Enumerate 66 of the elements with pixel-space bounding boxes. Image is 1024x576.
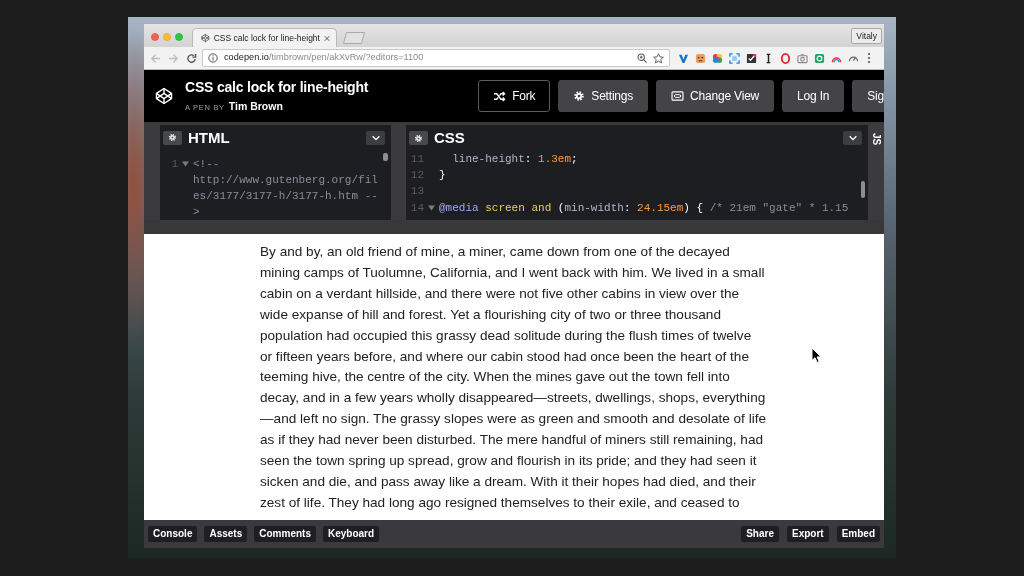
editor-title: CSS bbox=[434, 129, 465, 147]
crossed-arrows-icon bbox=[493, 90, 507, 102]
scrollbar-thumb[interactable] bbox=[383, 153, 388, 161]
line-number: 12 bbox=[409, 168, 424, 184]
camera-icon[interactable] bbox=[797, 52, 808, 64]
scrollbar-thumb[interactable] bbox=[861, 181, 865, 198]
address-bar[interactable]: codepen.io/timbrown/pen/akXvRw/?editors=1100 bbox=[202, 49, 670, 67]
code-line: line-height: 1.3em; bbox=[451, 152, 578, 167]
frame-corners-icon[interactable] bbox=[729, 52, 740, 64]
fold-caret-icon[interactable] bbox=[182, 160, 189, 167]
header-button[interactable]: Log In bbox=[782, 80, 845, 112]
mouse-cursor-icon bbox=[811, 347, 822, 363]
code-line: http://www.gutenberg.org/fil bbox=[193, 172, 378, 188]
code-line: } bbox=[439, 168, 446, 184]
editor-settings-button[interactable] bbox=[409, 131, 428, 145]
change-view-button[interactable]: Change View bbox=[656, 80, 775, 112]
line-number: 14 bbox=[409, 200, 424, 216]
footer-button[interactable]: Comments bbox=[254, 526, 316, 542]
window-close-icon[interactable] bbox=[151, 33, 159, 41]
info-icon[interactable] bbox=[208, 53, 218, 63]
editor-menu-button[interactable] bbox=[843, 131, 862, 145]
story-paragraph: By and by, an old friend of mine, a miner, came down from one of the decayed mining camps of Tuolumne, California, and I went back with him. We lived in a small cabin on a verdant hillside, and there were not five other cabins in view over the wide expanse of hill and forest. Yet a flourishing city of two or three thousand population had occupied this grassy dead solitude during the flush times of twelve or fifteen years before, and where our cabin stood had once been the heart of the teeming hive, the centre of the city. When the mines gave out the town fell into decay, and in a few years wholly disappeared—streets, dwellings, shops, everything —and left no sign. The grassy slopes were as green and smooth and desolate of life as if they had never been disturbed. The mere handful of miners still remaining, had seen the town spring up spread, grow and flourish in its pride; and they had seen it sicken and die, and pass away like a dream. With it their hopes had died, and their zest of life. They had long ago resigned themselves to their exile, and ceased to bbox=[260, 243, 768, 512]
editor-settings-button[interactable] bbox=[163, 130, 182, 145]
ring-icon[interactable] bbox=[780, 52, 791, 64]
settings-icon bbox=[573, 90, 586, 102]
code-line: > bbox=[193, 205, 200, 220]
fold-caret-icon[interactable] bbox=[428, 204, 435, 211]
resize-handle[interactable] bbox=[144, 220, 884, 234]
check-square-icon[interactable] bbox=[746, 52, 757, 64]
star-icon[interactable] bbox=[653, 52, 664, 64]
zoom-icon[interactable] bbox=[637, 53, 647, 63]
settings-icon bbox=[168, 133, 177, 143]
line-number: 11 bbox=[409, 152, 424, 167]
color-wheel-icon[interactable] bbox=[712, 52, 723, 64]
chevron-icon[interactable] bbox=[678, 52, 689, 64]
editor-title: HTML bbox=[188, 128, 230, 147]
caret-down-icon bbox=[370, 133, 381, 142]
reload-icon[interactable] bbox=[186, 52, 197, 64]
editor-menu-button[interactable] bbox=[366, 130, 385, 145]
settings-button[interactable]: Settings bbox=[558, 80, 649, 112]
footer-button[interactable]: Assets bbox=[204, 526, 248, 542]
line-number: 13 bbox=[409, 184, 424, 200]
close-icon[interactable] bbox=[323, 34, 330, 42]
cube-logo-icon bbox=[201, 33, 210, 43]
browser-tab[interactable]: CSS calc lock for line-height bbox=[192, 28, 337, 47]
cube-logo-icon[interactable] bbox=[155, 87, 173, 105]
author-link[interactable]: Tim Brown bbox=[228, 99, 283, 112]
pen-title: CSS calc lock for line-height bbox=[185, 78, 369, 96]
fork-button[interactable]: Fork bbox=[478, 80, 551, 112]
code-line: @media screen and (min-width: 24.15em) { /* 21em "gate" * 1.15 bbox=[439, 200, 849, 216]
line-number: 1 bbox=[170, 156, 178, 172]
menu-icon[interactable] bbox=[867, 52, 871, 64]
ring-tile-icon[interactable] bbox=[814, 52, 825, 64]
header-button[interactable]: Sig bbox=[852, 80, 884, 112]
code-line: es/3177/3177-h/3177-h.htm -- bbox=[193, 189, 378, 205]
profile-button[interactable]: Vitaly bbox=[851, 27, 882, 44]
footer-button[interactable]: Export bbox=[787, 526, 829, 542]
footer-button[interactable]: Share bbox=[741, 526, 779, 542]
footer-button[interactable]: Console bbox=[148, 526, 198, 542]
code-line: <!-- bbox=[193, 156, 220, 172]
caret-down-icon bbox=[847, 134, 858, 142]
window-icon bbox=[671, 91, 685, 101]
footer-button[interactable]: Embed bbox=[836, 526, 880, 542]
settings-icon bbox=[414, 133, 423, 143]
footer-button[interactable]: Keyboard bbox=[322, 526, 380, 542]
cartoon-face-icon[interactable] bbox=[695, 52, 706, 64]
